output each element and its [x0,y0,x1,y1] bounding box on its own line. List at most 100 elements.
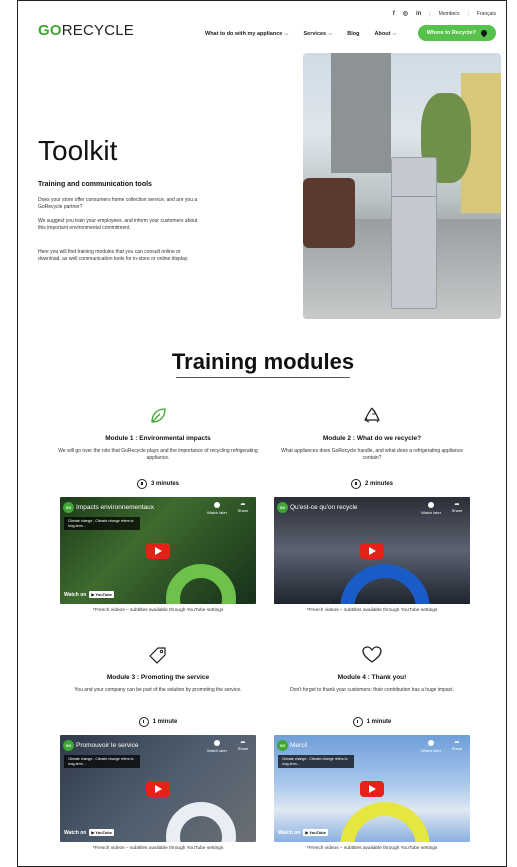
hero-subtitle: Training and communication tools [38,181,152,188]
youtube-icon: ▶ YouTube [89,591,114,598]
youtube-icon: ▶ YouTube [303,829,328,836]
channel-avatar[interactable]: GO [63,740,74,751]
watch-later-button[interactable]: Watch later [206,740,228,753]
video-title[interactable]: Impacts environnementaux [76,504,154,511]
watch-later-label: Watch later [420,510,442,515]
nav-label: What to do with my appliance [205,31,283,37]
watch-later-button[interactable]: Watch later [420,740,442,753]
watch-on-label: Watch on [64,829,87,836]
section-title: Training modules [171,349,355,374]
watch-later-button[interactable]: Watch later [206,502,228,515]
clock-icon [214,502,220,508]
watch-on-youtube-link[interactable]: Watch on ▶ YouTube [64,591,114,598]
share-button[interactable]: ➦ Share [449,502,465,513]
where-to-recycle-button[interactable]: Where to Recycle? [417,25,496,41]
members-link[interactable]: Members [439,11,460,17]
module-description: You and your company can be part of the … [74,687,242,693]
video-note: *French videos – subtitles available thr… [306,608,438,613]
share-button[interactable]: ➦ Share [235,740,251,751]
duration-label: 1 minute [366,719,392,725]
duration-label: 1 minute [152,719,178,725]
tag-icon [58,644,258,666]
duration-label: 2 minutes [364,481,393,487]
channel-avatar[interactable]: GO [277,740,288,751]
video-player[interactable]: GO Merci! Climate change - Climate chang… [274,735,470,842]
video-title[interactable]: Qu'est-ce qu'on recycle [290,504,358,511]
car-shape [303,178,355,248]
nav-item-services[interactable]: Services ⌵ [303,31,332,38]
language-link[interactable]: Français [477,11,496,17]
video-note: *French videos – subtitles available thr… [92,846,224,851]
main-nav: What to do with my appliance ⌵ Services ⌵ … [205,31,397,38]
cta-label: Where to Recycle? [426,30,476,36]
module-duration: 1 minute [272,717,472,727]
leaf-icon [58,405,258,427]
video-player[interactable]: GO Qu'est-ce qu'on recycle Watch later ➦… [274,497,470,604]
module-description: What appliances does GoRecycle handle, a… [281,448,463,461]
heart-icon [272,644,472,666]
clock-icon [136,479,147,489]
share-label: Share [237,746,249,751]
module-title: Module 2 : What do we recycle? [322,435,422,442]
watch-on-youtube-link[interactable]: Watch on ▶ YouTube [64,829,114,836]
clock-icon [214,740,220,746]
divider: | [429,10,431,17]
nav-item-appliance[interactable]: What to do with my appliance ⌵ [205,31,288,38]
clock-icon [352,717,363,727]
share-label: Share [451,746,463,751]
module-duration: 2 minutes [272,479,472,489]
hero-paragraph-1: Does your store offer consumers home col… [38,197,198,210]
caption-box: Climate change - Climate change refers t… [64,517,140,530]
logo-arc-shape [340,802,430,842]
caption-box: Climate change - Climate change refers t… [64,755,140,768]
video-note: *French videos – subtitles available thr… [306,846,438,851]
logo-arc-shape [166,564,236,604]
module-title: Module 1 : Environmental impacts [105,435,211,442]
page: f ◎ in | Members | Français GORECYCLE Wh… [17,0,507,867]
video-player[interactable]: GO Promouvoir le service Climate change … [60,735,256,842]
module-card-4: Module 4 : Thank you! Don't forget to th… [272,644,472,694]
logo-arc-shape [166,802,236,842]
module-duration: 3 minutes [58,479,258,489]
nav-label: Services [303,31,327,37]
watch-on-label: Watch on [64,591,87,598]
facebook-icon[interactable]: f [393,11,395,17]
module-title: Module 4 : Thank you! [337,674,407,681]
caption-box: Climate change - Climate change refers t… [278,755,354,768]
logo[interactable]: GORECYCLE [38,22,134,39]
video-title[interactable]: Promouvoir le service [76,742,139,749]
module-card-2: Module 2 : What do we recycle? What appl… [272,405,472,462]
channel-avatar[interactable]: GO [63,502,74,513]
location-pin-icon [479,28,489,38]
nav-item-about[interactable]: About ⌵ [375,31,397,38]
play-button[interactable] [146,781,170,797]
logo-recycle: RECYCLE [61,22,135,39]
nav-label: About [374,31,391,37]
watch-later-button[interactable]: Watch later [420,502,442,515]
chevron-down-icon: ⌵ [284,31,289,37]
hero-paragraph-3: Here you will find training modules that… [38,249,189,262]
watch-later-label: Watch later [420,748,442,753]
module-card-1: Module 1 : Environmental impacts We will… [58,405,258,462]
play-button[interactable] [146,543,170,559]
watch-on-youtube-link[interactable]: Watch on ▶ YouTube [278,829,328,836]
module-description: Don't forget to thank your customers: th… [290,687,454,693]
chevron-down-icon: ⌵ [328,31,333,37]
share-button[interactable]: ➦ Share [235,502,251,513]
clock-icon [428,740,434,746]
building-shape [331,53,391,173]
play-button[interactable] [360,543,384,559]
video-title[interactable]: Merci! [290,742,308,749]
hero-image [303,53,501,319]
share-button[interactable]: ➦ Share [449,740,465,751]
module-title: Module 3 : Promoting the service [106,674,210,681]
chevron-down-icon: ⌵ [392,31,397,37]
nav-item-blog[interactable]: Blog [347,31,359,38]
linkedin-icon[interactable]: in [416,11,421,17]
logo-go: GO [38,22,62,39]
video-player[interactable]: GO Impacts environnementaux Climate chan… [60,497,256,604]
play-button[interactable] [360,781,384,797]
channel-avatar[interactable]: GO [277,502,288,513]
instagram-icon[interactable]: ◎ [403,10,408,17]
watch-later-label: Watch later [206,510,228,515]
